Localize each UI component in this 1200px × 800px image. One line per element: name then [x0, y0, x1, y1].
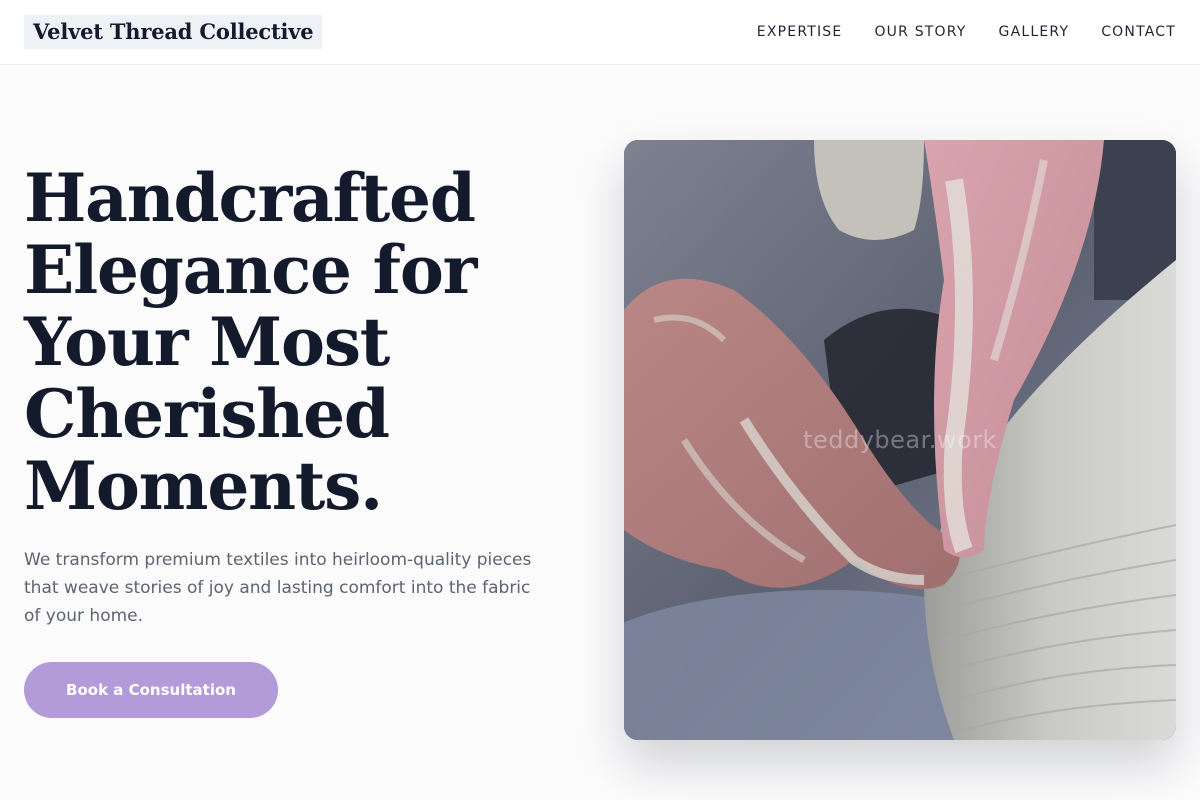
- hero-title-line: Elegance for: [24, 231, 477, 309]
- hero-title-line: Your Most: [24, 303, 390, 381]
- brand-logo[interactable]: Velvet Thread Collective: [24, 15, 323, 49]
- nav-link-expertise[interactable]: EXPERTISE: [757, 24, 843, 40]
- hero-title: Handcrafted Elegance for Your Most Cheri…: [24, 162, 584, 522]
- nav-link-gallery[interactable]: GALLERY: [999, 24, 1070, 40]
- book-consultation-button[interactable]: Book a Consultation: [24, 662, 278, 718]
- main-nav: EXPERTISE OUR STORY GALLERY CONTACT: [757, 0, 1176, 64]
- nav-link-contact[interactable]: CONTACT: [1101, 24, 1176, 40]
- nav-link-our-story[interactable]: OUR STORY: [874, 24, 966, 40]
- image-watermark: teddybear.work: [803, 426, 997, 454]
- hero-title-line: Cherished: [24, 375, 390, 453]
- hero-title-line: Moments.: [24, 447, 383, 525]
- hero-subtitle: We transform premium textiles into heirl…: [24, 550, 532, 626]
- hero-title-line: Handcrafted: [24, 159, 476, 237]
- hero-image: teddybear.work: [624, 140, 1176, 740]
- site-header: Velvet Thread Collective EXPERTISE OUR S…: [0, 0, 1200, 65]
